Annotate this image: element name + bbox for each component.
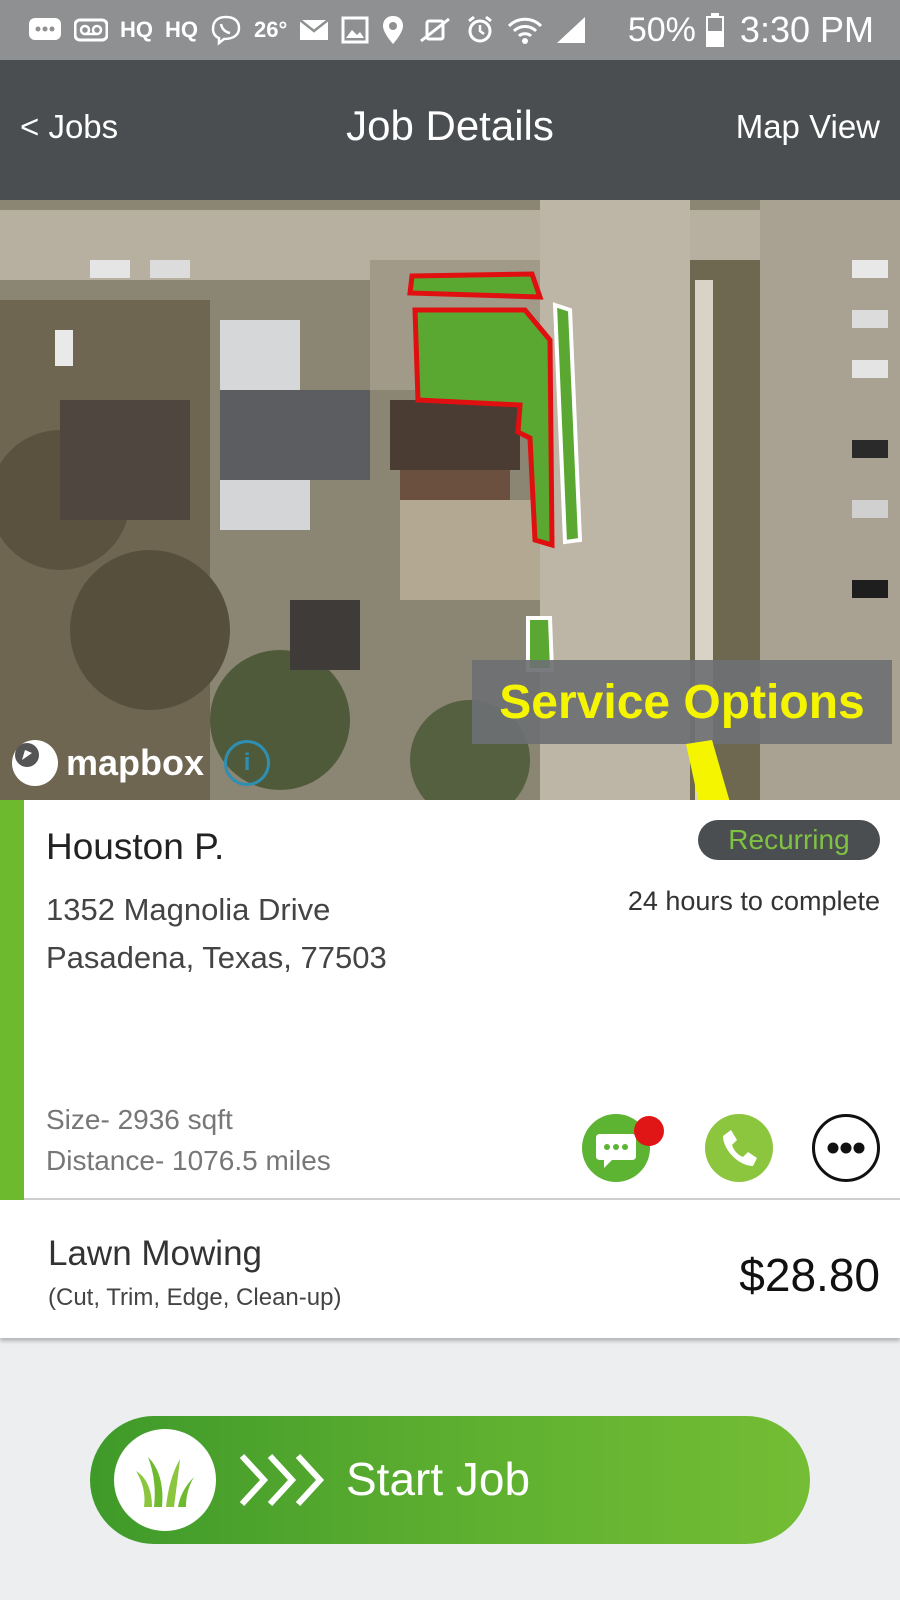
call-button[interactable]: [705, 1114, 773, 1182]
card-accent-bar: [0, 800, 24, 1200]
service-name: Lawn Mowing: [48, 1234, 262, 1273]
wifi-icon: [507, 16, 543, 44]
back-to-jobs-button[interactable]: < Jobs: [20, 108, 118, 146]
hq-icon: HQ: [120, 17, 153, 42]
hq-icon: HQ: [165, 17, 198, 42]
service-price: $28.80: [739, 1249, 880, 1301]
navigation-bar: < Jobs Job Details Map View: [0, 60, 900, 200]
service-description: (Cut, Trim, Edge, Clean-up): [48, 1284, 342, 1311]
more-options-icon: [827, 1142, 865, 1154]
mapbox-attribution: mapbox i: [12, 740, 271, 786]
map-view-button[interactable]: Map View: [736, 108, 880, 146]
status-bar: HQ HQ 26° 50% 3:30 PM: [0, 0, 900, 60]
phone-icon: [723, 1130, 757, 1166]
address-line-2: Pasadena, Texas, 77503: [46, 940, 387, 975]
temperature-text: 26°: [254, 17, 288, 42]
battery-icon: [705, 13, 724, 47]
recurring-badge: Recurring: [698, 820, 880, 860]
job-card: Houston P. 1352 Magnolia Drive Pasadena,…: [0, 800, 900, 1200]
unread-notification-dot: [634, 1116, 664, 1146]
messages-icon: [28, 15, 62, 45]
job-distance: Distance- 1076.5 miles: [46, 1145, 331, 1176]
location-icon: [381, 15, 405, 45]
lawn-size: Size- 2936 sqft: [46, 1104, 233, 1135]
start-job-button[interactable]: Start Job: [90, 1416, 810, 1544]
service-options-button[interactable]: [812, 1114, 880, 1182]
client-name: Houston P.: [46, 826, 225, 867]
gallery-icon: [341, 16, 369, 44]
mail-icon: [299, 18, 330, 42]
chevrons-right-icon: [234, 1442, 330, 1523]
start-job-label: Start Job: [346, 1453, 531, 1505]
signal-icon: [555, 15, 587, 45]
voicemail-icon: [74, 18, 108, 42]
deadline-text: 24 hours to complete: [627, 886, 880, 916]
clock: 3:30 PM: [739, 9, 874, 50]
mapbox-label: mapbox: [66, 742, 205, 783]
map-info-button[interactable]: i: [224, 740, 271, 786]
mute-icon: [417, 15, 453, 45]
service-row: Lawn Mowing (Cut, Trim, Edge, Clean-up) …: [0, 1200, 900, 1338]
viber-icon: [210, 14, 242, 46]
service-options-annotation: Service Options: [472, 660, 892, 744]
mapbox-logo-icon: [12, 740, 58, 786]
address-line-1: 1352 Magnolia Drive: [46, 892, 331, 927]
alarm-icon: [465, 15, 495, 45]
grass-logo-icon: [114, 1429, 216, 1531]
battery-percent: 50%: [627, 10, 696, 49]
